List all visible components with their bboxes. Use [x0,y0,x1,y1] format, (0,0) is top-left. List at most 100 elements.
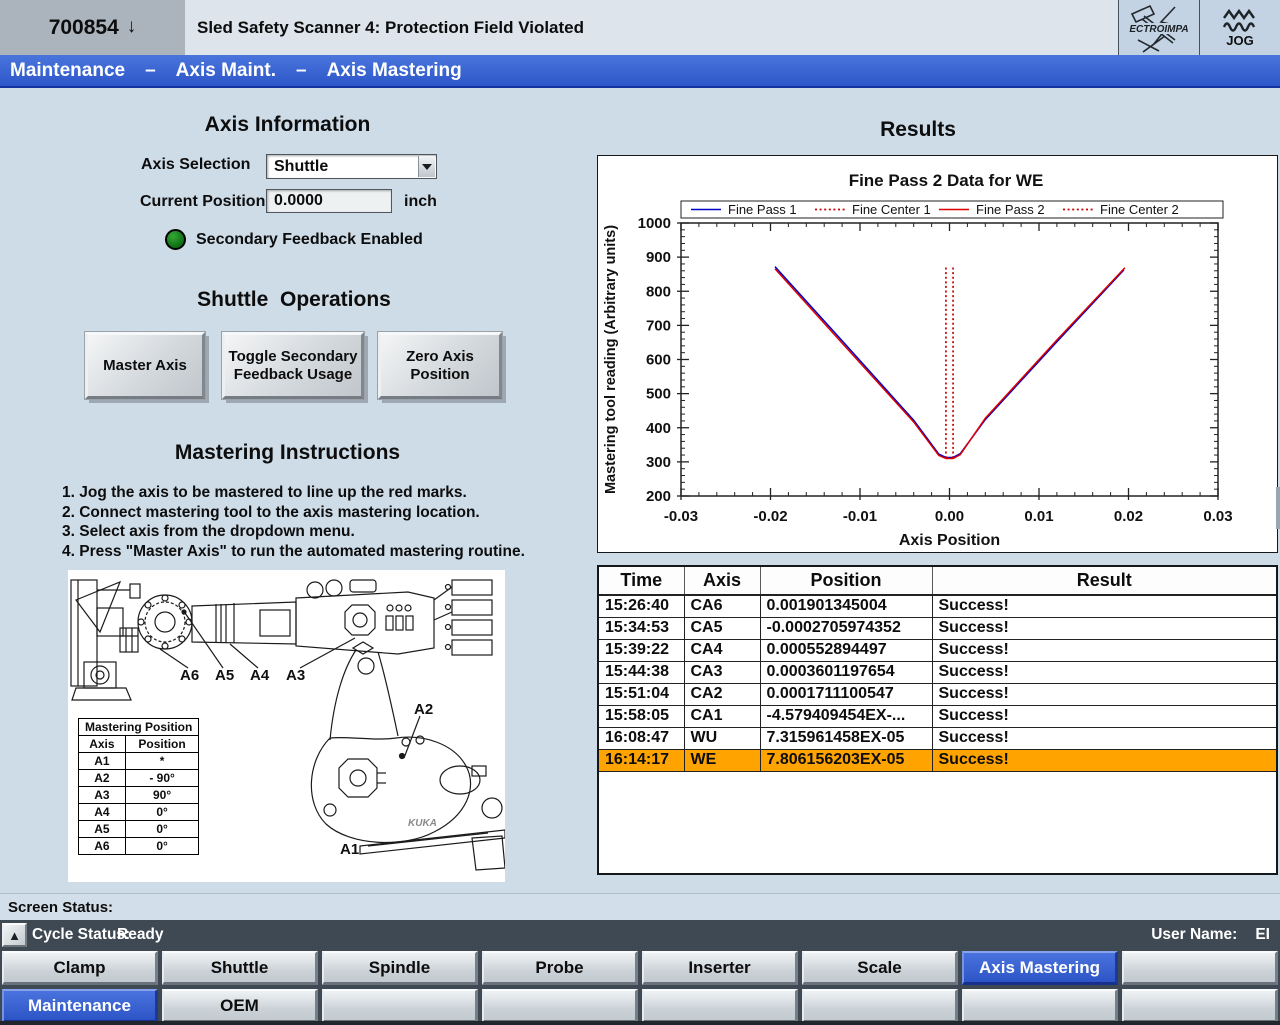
table-row[interactable]: 15:58:05CA1-4.579409454EX-...Success! [599,705,1276,727]
breadcrumb-separator: – [145,60,156,82]
tab-empty [322,989,478,1023]
results-table: TimeAxisPositionResult 15:26:40CA60.0019… [599,567,1276,772]
position-unit-label: inch [404,193,437,211]
svg-text:-0.02: -0.02 [753,508,787,525]
table-row[interactable]: 16:14:17WE7.806156203EX-05Success! [599,749,1276,771]
breadcrumb: Maintenance – Axis Maint. – Axis Masteri… [0,55,1280,88]
mastering-instructions-title: Mastering Instructions [0,441,575,465]
tab-maintenance[interactable]: Maintenance [2,989,158,1023]
mastering-table-title: Mastering Position [79,719,199,736]
tab-empty [1122,989,1278,1023]
axis-selection-label: Axis Selection [141,156,250,174]
tab-row1: ClampShuttleSpindleProbeInserterScaleAxi… [2,951,1278,985]
secondary-feedback-led [165,229,186,250]
svg-text:0.01: 0.01 [1024,508,1053,525]
svg-text:400: 400 [646,420,671,437]
tab-scale[interactable]: Scale [802,951,958,985]
mastering-position-table: Mastering Position Axis Position A1*A2- … [78,718,199,855]
brand-logo-icon: ECTROIMPA [1123,3,1195,53]
secondary-feedback-label: Secondary Feedback Enabled [196,231,423,249]
breadcrumb-item-maintenance: Maintenance [10,60,125,82]
chevron-down-icon[interactable] [418,156,435,177]
alarm-message-text: Sled Safety Scanner 4: Protection Field … [197,18,584,38]
tab-spindle[interactable]: Spindle [322,951,478,985]
tab-oem[interactable]: OEM [162,989,318,1023]
bottom-strip [0,1021,1280,1025]
results-col-result: Result [932,567,1276,595]
screen-status-label: Screen Status: [8,899,113,916]
robot-brand-text: KUKA [408,818,437,829]
tab-inserter[interactable]: Inserter [642,951,798,985]
svg-text:0.03: 0.03 [1203,508,1232,525]
scrollbar-fragment[interactable] [1276,487,1280,529]
results-col-time: Time [599,567,684,595]
zero-axis-position-label: Zero Axis Position [395,348,485,384]
svg-text:1000: 1000 [638,215,671,232]
tab-empty [962,989,1118,1023]
svg-text:600: 600 [646,352,671,369]
cycle-status-bar: ▲ Cycle Status: Ready User Name: EI [0,920,1280,950]
results-title: Results [595,118,1241,142]
svg-text:800: 800 [646,283,671,300]
collapse-button[interactable]: ▲ [2,923,27,947]
mastering-table-header-row: Axis Position [79,736,199,753]
instruction-step: 3. Select axis from the dropdown menu. [62,522,542,542]
instruction-step: 2. Connect mastering tool to the axis ma… [62,503,542,523]
svg-text:-0.03: -0.03 [664,508,698,525]
tab-shuttle[interactable]: Shuttle [162,951,318,985]
results-chart: Fine Pass 2 Data for WE -0.03 -0.02 -0.01 0.… [597,155,1278,553]
breadcrumb-item-axis-mastering: Axis Mastering [327,60,462,82]
svg-text:700: 700 [646,317,671,334]
toggle-secondary-feedback-button[interactable]: Toggle Secondary Feedback Usage [222,332,364,399]
mastering-table-row: A40° [79,804,199,821]
chart-xlabel: Axis Position [899,532,1000,549]
mastering-instructions-list: 1. Jog the axis to be mastered to line u… [62,483,542,561]
instruction-step: 1. Jog the axis to be mastered to line u… [62,483,542,503]
tab-empty [1122,951,1278,985]
tab-row2: MaintenanceOEM [2,989,1278,1023]
jog-button[interactable]: JOG [1199,0,1280,55]
tab-axis-mastering[interactable]: Axis Mastering [962,951,1118,985]
jog-label: JOG [1226,33,1253,48]
instruction-step: 4. Press "Master Axis" to run the automa… [62,542,542,562]
table-row[interactable]: 15:26:40CA60.001901345004Success! [599,595,1276,617]
alarm-number[interactable]: 700854 ↓ [0,0,185,55]
mastering-table-row: A1* [79,753,199,770]
svg-text:900: 900 [646,249,671,266]
chart-svg: Fine Pass 2 Data for WE -0.03 -0.02 -0.01 0.… [598,156,1275,550]
mastering-table-row: A2- 90° [79,770,199,787]
table-row[interactable]: 15:51:04CA20.0001711100547Success! [599,683,1276,705]
alarm-message: Sled Safety Scanner 4: Protection Field … [185,0,1118,55]
softkey-grid: ClampShuttleSpindleProbeInserterScaleAxi… [0,950,1280,1025]
current-position-value: 0.0000 [274,192,323,210]
table-row[interactable]: 16:08:47WU7.315961458EX-05Success! [599,727,1276,749]
axis-selection-dropdown[interactable]: Shuttle [266,154,437,179]
tab-probe[interactable]: Probe [482,951,638,985]
svg-text:-0.01: -0.01 [843,508,877,525]
tab-empty [802,989,958,1023]
plot-area [681,223,1218,496]
axis-label-a4: A4 [250,667,270,684]
zero-axis-position-button[interactable]: Zero Axis Position [378,332,502,399]
tab-clamp[interactable]: Clamp [2,951,158,985]
chart-title: Fine Pass 2 Data for WE [849,171,1044,190]
alarm-dropdown-arrow-icon[interactable]: ↓ [127,16,137,38]
legend-entry: Fine Pass 2 [976,202,1045,217]
svg-text:300: 300 [646,454,671,471]
table-row[interactable]: 15:39:22CA40.000552894497Success! [599,639,1276,661]
master-axis-button[interactable]: Master Axis [85,332,205,399]
user-name-value: EI [1255,926,1270,944]
mastering-table-row: A390° [79,787,199,804]
robot-diagram: A6 A5 A4 A3 A2 A1 KUKA Mastering Positio… [68,570,505,882]
axis-label-a1: A1 [340,841,359,858]
mastering-col-position: Position [125,736,199,753]
breadcrumb-item-axis-maint: Axis Maint. [176,60,276,82]
axis-label-a2: A2 [414,701,433,718]
breadcrumb-separator: – [296,60,307,82]
table-row[interactable]: 15:44:38CA30.0003601197654Success! [599,661,1276,683]
toggle-secondary-feedback-label: Toggle Secondary Feedback Usage [225,348,361,384]
table-row[interactable]: 15:34:53CA5-0.0002705974352Success! [599,617,1276,639]
svg-text:0.02: 0.02 [1114,508,1143,525]
current-position-field[interactable]: 0.0000 [266,189,392,213]
svg-text:ECTROIMPA: ECTROIMPA [1129,24,1188,35]
